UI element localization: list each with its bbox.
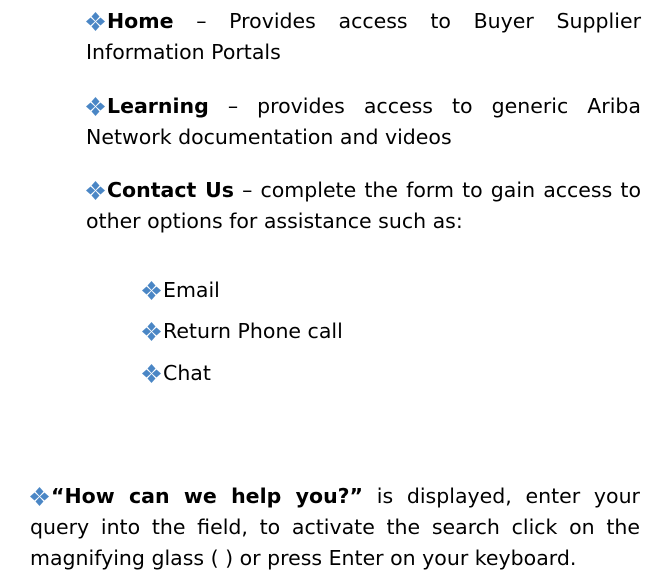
list-item-how-can-we-help: “How can we help you?” is displayed, ent… [30,481,640,574]
sub-item-email-label: Email [163,278,220,302]
diamond-cluster-icon [142,322,161,341]
sub-item-chat: Chat [142,358,442,389]
diamond-cluster-icon [30,487,49,506]
item-learning-label: Learning [107,94,209,118]
diamond-cluster-icon [86,12,105,31]
item-help-label: “How can we help you?” [51,484,364,508]
item-contact-label: Contact Us [107,178,234,202]
diamond-cluster-icon [142,364,161,383]
list-item-contact-us: Contact Us – complete the form to gain a… [86,175,641,237]
item-home-label: Home [107,9,174,33]
diamond-cluster-icon [86,181,105,200]
list-item-learning: Learning – provides access to generic Ar… [86,91,641,153]
diamond-cluster-icon [86,97,105,116]
list-item-home: Home – Provides access to Buyer Supplier… [86,6,641,68]
sub-item-email: Email [142,275,442,306]
sub-item-chat-label: Chat [163,361,211,385]
sub-item-phone-label: Return Phone call [163,319,343,343]
sub-item-return-phone-call: Return Phone call [142,316,442,347]
diamond-cluster-icon [142,281,161,300]
